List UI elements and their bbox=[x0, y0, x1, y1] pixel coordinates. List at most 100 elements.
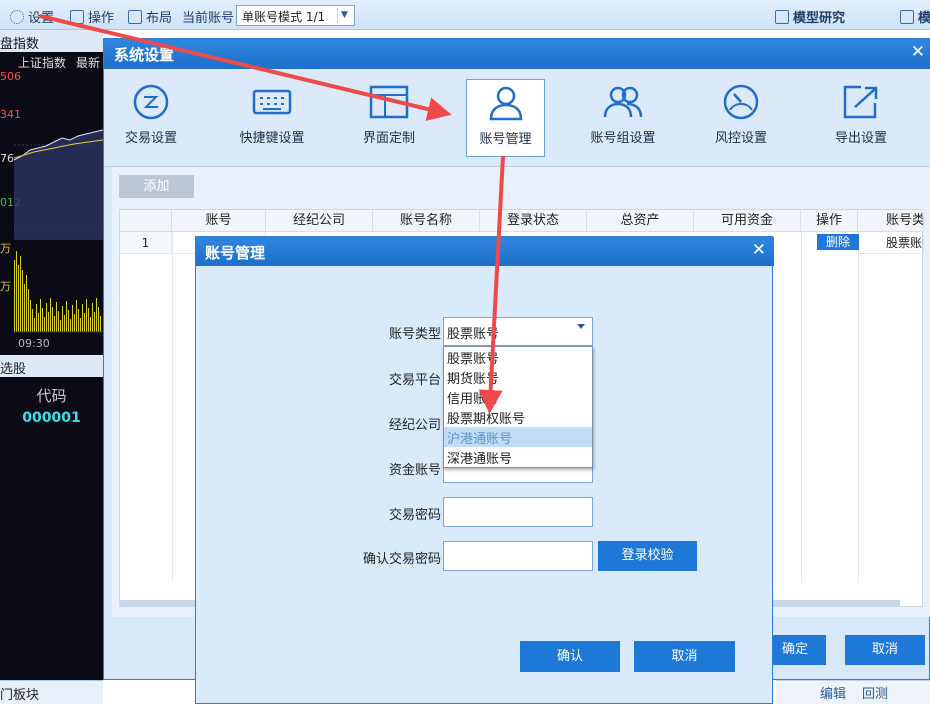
account-management-dialog: 账号管理 ✕ 账号类型 股票账号 交易平台 经纪公司 资金账号 交易密码 确认交… bbox=[195, 236, 774, 704]
watchlist-title: 选股 bbox=[0, 355, 103, 377]
tab-account-group[interactable]: 账号组设置 bbox=[588, 79, 658, 157]
current-account-label: 当前账号 bbox=[182, 11, 235, 26]
column-divider bbox=[172, 232, 173, 582]
dropdown-option[interactable]: 股票账号 bbox=[444, 347, 592, 367]
tab-export-settings[interactable]: 导出设置 bbox=[826, 79, 896, 157]
fund-account-label: 资金账号 bbox=[388, 463, 441, 478]
account-type-cell: 股票账号 bbox=[858, 232, 924, 254]
stock-code[interactable]: 000001 bbox=[0, 410, 103, 426]
volume-bar bbox=[48, 312, 49, 332]
tab-shortcut-settings[interactable]: 快捷键设置 bbox=[232, 79, 312, 157]
tab-label: 快捷键设置 bbox=[239, 131, 305, 146]
volume-bar bbox=[66, 301, 67, 332]
index-tabbar: 上证指数 最新 bbox=[0, 52, 103, 70]
login-verify-button[interactable]: 登录校验 bbox=[598, 541, 697, 571]
table-header[interactable]: 经纪公司 bbox=[266, 210, 373, 232]
volume-bar bbox=[60, 320, 61, 332]
column-divider bbox=[858, 232, 859, 582]
account-type-select[interactable]: 股票账号 bbox=[443, 317, 593, 346]
account-confirm-button[interactable]: 确认 bbox=[520, 641, 620, 672]
volume-bar bbox=[100, 316, 101, 332]
close-icon[interactable]: ✕ bbox=[752, 240, 766, 260]
export-icon bbox=[841, 83, 881, 121]
volume-bar bbox=[44, 317, 45, 332]
chevron-down-icon: ▼ bbox=[337, 8, 351, 23]
volume-bar bbox=[52, 307, 53, 332]
dropdown-option[interactable]: 期货账号 bbox=[444, 367, 592, 387]
layout-icon bbox=[369, 83, 409, 121]
tab-account-management[interactable]: 账号管理 bbox=[466, 79, 545, 157]
index-panel-title: 盘指数 bbox=[0, 30, 103, 52]
user-group-icon bbox=[603, 83, 643, 121]
volume-bar bbox=[36, 304, 37, 332]
volume-bar bbox=[22, 270, 23, 332]
volume-bar bbox=[92, 303, 93, 332]
settings-menu[interactable]: 设置 bbox=[10, 7, 54, 26]
tab-trade-settings[interactable]: 交易设置 bbox=[116, 79, 186, 157]
account-type-dropdown: 股票账号 期货账号 信用账号 股票期权账号 沪港通账号 深港通账号 bbox=[443, 346, 593, 468]
close-icon[interactable]: ✕ bbox=[911, 42, 925, 62]
table-header[interactable]: 可用资金 bbox=[694, 210, 801, 232]
dropdown-option[interactable]: 信用账号 bbox=[444, 387, 592, 407]
settings-ok-button[interactable]: 确定 bbox=[764, 635, 826, 665]
volume-bar bbox=[74, 314, 75, 332]
volume-bar bbox=[30, 300, 31, 332]
user-icon bbox=[486, 84, 526, 122]
trade-password-input[interactable] bbox=[443, 497, 593, 527]
delete-button[interactable]: 删除 bbox=[817, 234, 859, 250]
table-header[interactable]: 登录状态 bbox=[480, 210, 587, 232]
row-index: 1 bbox=[120, 232, 172, 254]
table-header[interactable]: 总资产 bbox=[587, 210, 694, 232]
volume-bar bbox=[64, 315, 65, 332]
settings-cancel-button[interactable]: 取消 bbox=[845, 635, 925, 665]
tab-label: 账号组设置 bbox=[590, 131, 656, 146]
y-label: 76 bbox=[0, 152, 14, 165]
intraday-chart bbox=[14, 129, 103, 333]
index-name[interactable]: 上证指数 bbox=[18, 54, 66, 71]
volume-bar bbox=[72, 305, 73, 332]
tab-label: 导出设置 bbox=[834, 131, 887, 146]
model-research-menu[interactable]: 模型研究 bbox=[775, 7, 845, 26]
layout-menu[interactable]: 布局 bbox=[128, 7, 172, 26]
volume-bars bbox=[14, 251, 101, 332]
dropdown-option[interactable]: 深港通账号 bbox=[444, 447, 592, 467]
volume-bar bbox=[98, 307, 99, 332]
column-divider bbox=[801, 232, 802, 582]
add-account-button[interactable]: 添加 bbox=[119, 175, 194, 198]
volume-bar bbox=[82, 304, 83, 332]
backtest-link[interactable]: 回测 bbox=[862, 683, 888, 702]
operate-menu[interactable]: 操作 bbox=[70, 7, 114, 26]
confirm-password-input[interactable] bbox=[443, 541, 593, 571]
volume-bar bbox=[90, 317, 91, 332]
code-header: 代码 bbox=[36, 387, 67, 405]
tab-risk-control[interactable]: 风控设置 bbox=[706, 79, 776, 157]
account-cancel-button[interactable]: 取消 bbox=[634, 641, 735, 672]
volume-bar bbox=[40, 299, 41, 332]
volume-bar bbox=[80, 318, 81, 332]
dropdown-option-highlighted[interactable]: 沪港通账号 bbox=[444, 427, 592, 447]
dialog-title: 账号管理 bbox=[205, 244, 266, 262]
bottom-right-bar: 编辑 回测 bbox=[776, 680, 930, 704]
right-menu-cut[interactable]: 模 bbox=[900, 7, 930, 26]
volume-bar bbox=[68, 310, 69, 332]
chevron-down-icon bbox=[577, 324, 585, 329]
dropdown-option[interactable]: 股票期权账号 bbox=[444, 407, 592, 427]
table-header[interactable]: 账号 bbox=[172, 210, 266, 232]
edit-link[interactable]: 编辑 bbox=[820, 683, 846, 702]
platform-label: 交易平台 bbox=[388, 373, 441, 388]
volume-bar bbox=[18, 265, 19, 332]
volume-bar bbox=[96, 298, 97, 332]
volume-bar bbox=[70, 319, 71, 332]
settings-tabbar: 交易设置 快捷键设置 界面定制 账号管理 账号组设置 风控设置 导出设置 bbox=[104, 69, 930, 167]
menu-icon bbox=[900, 10, 914, 24]
tab-ui-custom[interactable]: 界面定制 bbox=[354, 79, 424, 157]
table-header[interactable]: 账号类型 bbox=[858, 210, 924, 232]
broker-label: 经纪公司 bbox=[388, 418, 441, 433]
table-header[interactable]: 账号名称 bbox=[373, 210, 480, 232]
volume-bar bbox=[78, 309, 79, 332]
tab-label: 交易设置 bbox=[124, 131, 177, 146]
gauge-icon bbox=[721, 83, 761, 121]
sector-tab[interactable]: 门板块 bbox=[0, 680, 103, 704]
account-mode-select[interactable]: 单账号模式 1/1 ▼ bbox=[236, 5, 355, 26]
trade-password-label: 交易密码 bbox=[388, 508, 441, 523]
